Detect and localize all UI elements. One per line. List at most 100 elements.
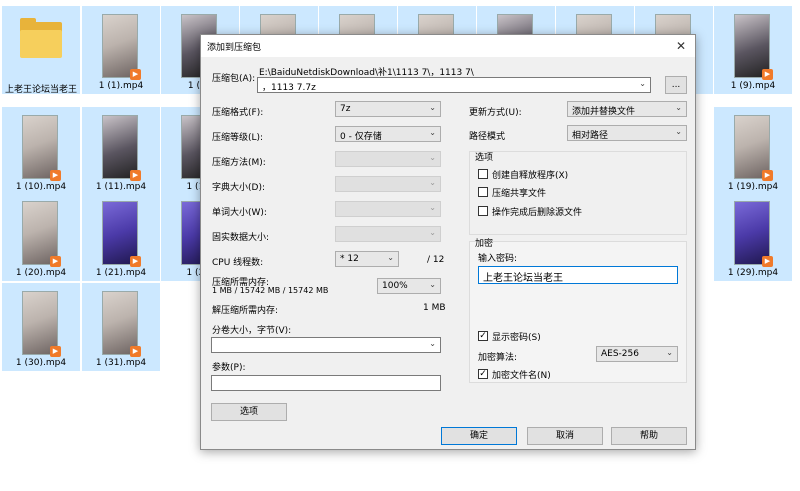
chevron-down-icon[interactable]: ⌄: [639, 79, 646, 88]
file-label: 1 (20).mp4: [15, 268, 67, 278]
file-item[interactable]: ▶ 1 (10).mp4: [2, 107, 80, 195]
encryption-group-title: 加密: [475, 239, 494, 249]
file-item[interactable]: ▶ 1 (31).mp4: [82, 283, 160, 371]
cpu-select[interactable]: * 12 ⌄: [335, 251, 399, 267]
params-label: 参数(P):: [212, 363, 246, 373]
file-label: 1 (19).mp4: [727, 182, 779, 192]
archive-path-value: ，1113 7.7z: [262, 83, 316, 93]
play-icon: ▶: [130, 69, 141, 80]
folder-item[interactable]: 上老王论坛当老王: [2, 6, 80, 95]
delete-source-checkbox[interactable]: [478, 206, 488, 216]
file-label: 1 (10).mp4: [15, 182, 67, 192]
file-label: 1 (1).mp4: [98, 81, 144, 91]
cpu-value: * 12: [340, 254, 359, 264]
enc-method-select[interactable]: AES-256 ⌄: [596, 346, 678, 362]
shared-checkbox[interactable]: [478, 187, 488, 197]
update-value: 添加并替换文件: [572, 107, 636, 117]
folder-label: 上老王论坛当老王: [4, 85, 77, 95]
file-item[interactable]: ▶ 1 (19).mp4: [714, 107, 792, 195]
folder-icon: [20, 18, 62, 58]
close-icon[interactable]: ✕: [673, 38, 689, 54]
show-password-checkbox[interactable]: ✓: [478, 331, 488, 341]
password-input[interactable]: 上老王论坛当老王: [478, 266, 678, 284]
mem-decomp-value: 1 MB: [423, 303, 446, 313]
file-label: 1 (30).mp4: [15, 358, 67, 368]
mem-percent-select[interactable]: 100% ⌄: [377, 278, 441, 294]
method-select[interactable]: ⌄: [335, 151, 441, 167]
archive-path-input[interactable]: ，1113 7.7z ⌄: [257, 77, 651, 93]
file-label: 1 (9).mp4: [730, 81, 776, 91]
file-item[interactable]: ▶ 1 (20).mp4: [2, 193, 80, 281]
play-icon: ▶: [50, 256, 61, 267]
path-mode-value: 相对路径: [572, 131, 609, 141]
file-label: 1 (11).mp4: [95, 182, 147, 192]
word-select[interactable]: ⌄: [335, 201, 441, 217]
method-label: 压缩方法(M):: [212, 158, 266, 168]
chevron-down-icon: ⌄: [429, 228, 436, 237]
options-button[interactable]: 选项: [211, 403, 287, 421]
sfx-checkbox[interactable]: [478, 169, 488, 179]
format-value: 7z: [340, 104, 351, 114]
video-thumbnail: ▶: [734, 14, 773, 80]
path-mode-label: 路径模式: [469, 132, 506, 142]
dict-select[interactable]: ⌄: [335, 176, 441, 192]
file-item[interactable]: ▶ 1 (1).mp4: [82, 6, 160, 94]
play-icon: ▶: [130, 170, 141, 181]
file-item[interactable]: ▶ 1 (29).mp4: [714, 193, 792, 281]
params-input[interactable]: [211, 375, 441, 391]
file-item[interactable]: ▶ 1 (11).mp4: [82, 107, 160, 195]
video-thumbnail: ▶: [22, 115, 61, 181]
path-mode-select[interactable]: 相对路径 ⌄: [567, 125, 687, 141]
chevron-down-icon: ⌄: [387, 253, 394, 262]
enc-method-value: AES-256: [601, 349, 639, 359]
ok-button[interactable]: 确定: [441, 427, 517, 445]
solid-label: 固实数据大小:: [212, 233, 270, 243]
chevron-down-icon: ⌄: [666, 348, 673, 357]
video-thumbnail: ▶: [22, 201, 61, 267]
update-select[interactable]: 添加并替换文件 ⌄: [567, 101, 687, 117]
chevron-down-icon: ⌄: [429, 280, 436, 289]
chevron-down-icon: ⌄: [429, 178, 436, 187]
format-select[interactable]: 7z ⌄: [335, 101, 441, 117]
split-size-input[interactable]: ⌄: [211, 337, 441, 353]
mem-decomp-label: 解压缩所需内存:: [212, 306, 279, 316]
chevron-down-icon: ⌄: [429, 203, 436, 212]
video-thumbnail: ▶: [102, 115, 141, 181]
file-item[interactable]: ▶ 1 (21).mp4: [82, 193, 160, 281]
dialog-titlebar[interactable]: 添加到压缩包 ✕: [201, 35, 695, 57]
solid-select[interactable]: ⌄: [335, 226, 441, 242]
mem-percent-value: 100%: [382, 281, 408, 291]
video-thumbnail: ▶: [102, 14, 141, 80]
show-password-label: 显示密码(S): [492, 333, 541, 343]
play-icon: ▶: [50, 170, 61, 181]
cancel-button[interactable]: 取消: [527, 427, 603, 445]
chevron-down-icon: ⌄: [429, 103, 436, 112]
word-label: 单词大小(W):: [212, 208, 267, 218]
encrypt-names-checkbox[interactable]: ✓: [478, 369, 488, 379]
video-thumbnail: ▶: [22, 291, 61, 357]
file-label: 1 (21).mp4: [95, 268, 147, 278]
add-to-archive-dialog: 添加到压缩包 ✕ 压缩包(A): E:\BaiduNetdiskDownload…: [200, 34, 696, 450]
file-item[interactable]: ▶ 1 (30).mp4: [2, 283, 80, 371]
encrypt-names-label: 加密文件名(N): [492, 371, 551, 381]
play-icon: ▶: [130, 346, 141, 357]
chevron-down-icon: ⌄: [429, 128, 436, 137]
file-item[interactable]: ▶ 1 (9).mp4: [714, 6, 792, 94]
level-select[interactable]: 0 - 仅存储 ⌄: [335, 126, 441, 142]
format-label: 压缩格式(F):: [212, 108, 264, 118]
help-button[interactable]: 帮助: [611, 427, 687, 445]
browse-button[interactable]: ...: [665, 76, 687, 94]
play-icon: ▶: [50, 346, 61, 357]
file-label: 1 (31).mp4: [95, 358, 147, 368]
video-thumbnail: ▶: [102, 291, 141, 357]
delete-source-label: 操作完成后删除源文件: [492, 208, 583, 218]
dialog-title: 添加到压缩包: [207, 43, 262, 53]
split-label: 分卷大小，字节(V):: [212, 326, 292, 336]
dict-label: 字典大小(D):: [212, 183, 265, 193]
file-label: 1 (29).mp4: [727, 268, 779, 278]
update-label: 更新方式(U):: [469, 108, 522, 118]
chevron-down-icon: ⌄: [675, 103, 682, 112]
video-thumbnail: ▶: [102, 201, 141, 267]
level-label: 压缩等级(L):: [212, 133, 264, 143]
sfx-label: 创建自释放程序(X): [492, 171, 569, 181]
